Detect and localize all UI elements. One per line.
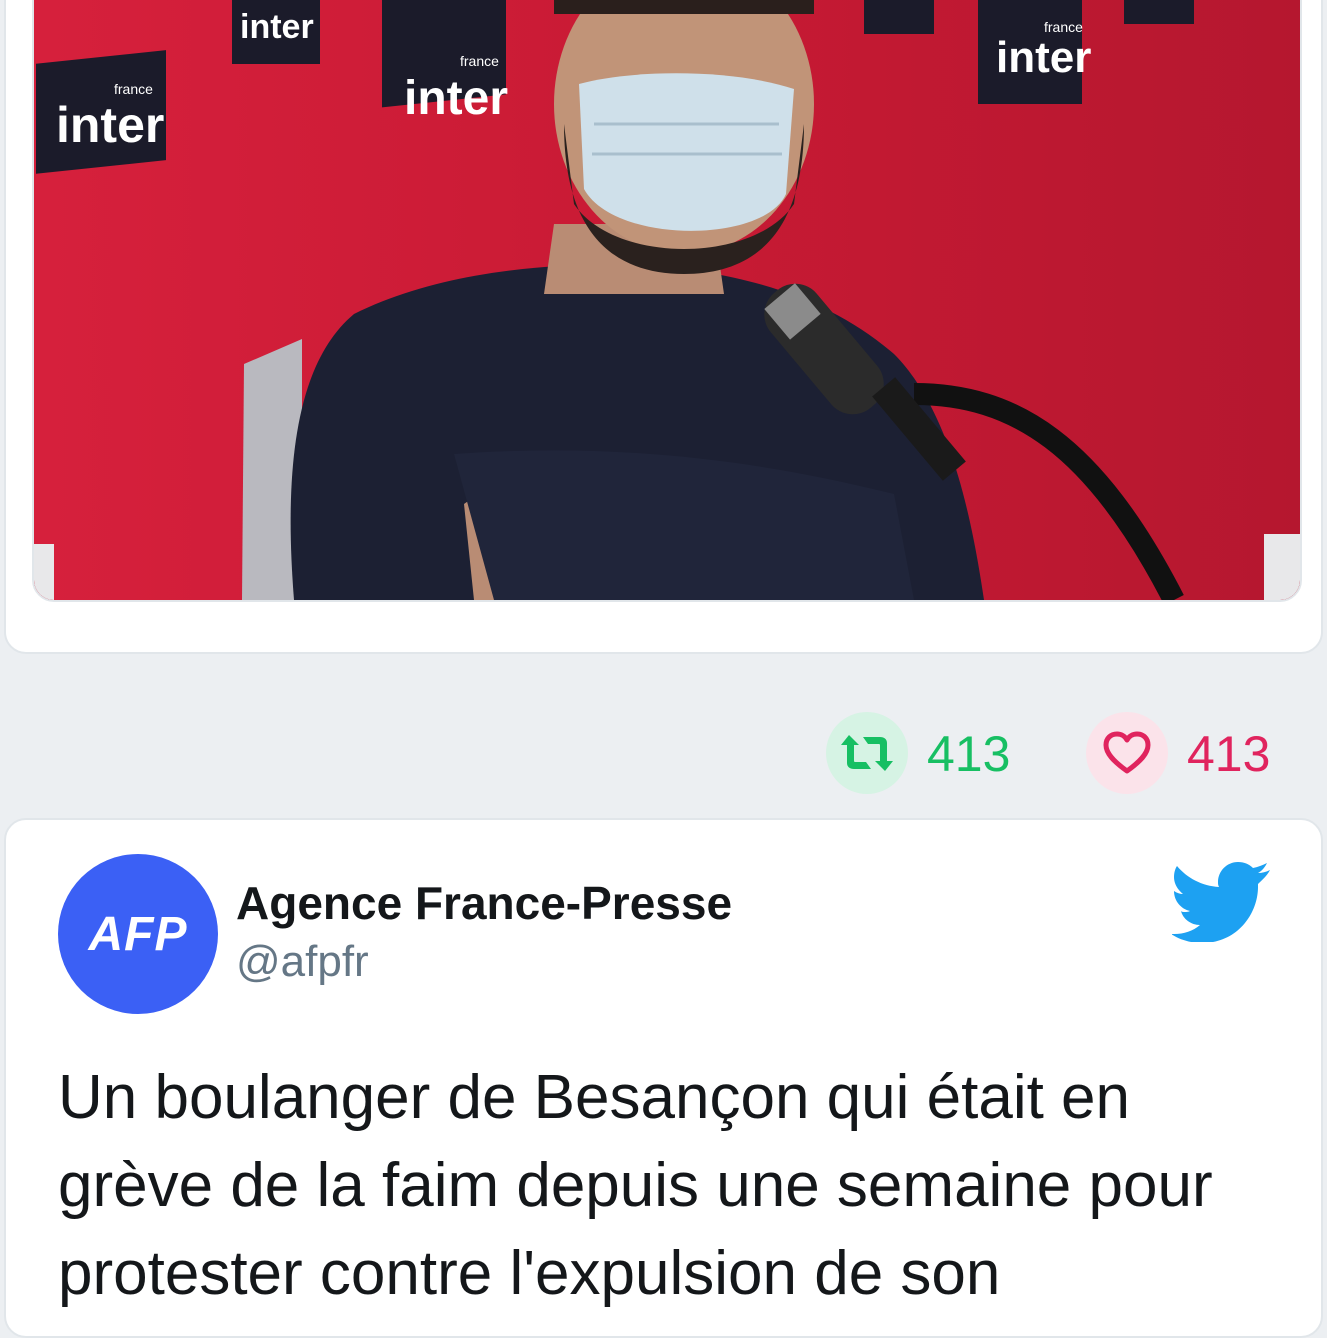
author-handle[interactable]: @afpfr [236,936,369,988]
tweet-card-previous: inter france inter france inter inter fr… [4,0,1323,654]
svg-text:france: france [114,81,153,97]
backdrop-logo: inter [232,0,320,64]
tweet-photo[interactable]: inter france inter france inter inter fr… [32,0,1302,602]
retweet-count: 413 [927,726,1011,782]
twitter-bird-icon[interactable] [1172,860,1272,942]
svg-text:inter: inter [404,72,508,125]
photo-person-at-microphone: inter france inter france inter inter fr… [34,0,1300,600]
backdrop-logo: inter france [978,0,1091,104]
retweet-button[interactable] [826,712,908,794]
svg-text:france: france [1044,19,1083,35]
backdrop-logo: inter france [36,50,166,174]
avatar[interactable]: AFP [58,854,218,1014]
like-count: 413 [1187,726,1271,782]
heart-icon [1103,731,1151,774]
author-name[interactable]: Agence France-Presse [236,876,732,930]
retweet-icon [841,735,893,771]
svg-text:inter: inter [240,8,314,46]
svg-text:france: france [460,53,499,69]
svg-text:inter: inter [56,97,164,153]
avatar-logo-text: AFP [88,907,188,961]
tweet-card: AFP Agence France-Presse @afpfr Un boula… [4,818,1323,1338]
tweet-text: Un boulanger de Besançon qui était en gr… [58,1063,1213,1308]
like-button[interactable] [1086,712,1168,794]
svg-text:inter: inter [996,33,1091,82]
